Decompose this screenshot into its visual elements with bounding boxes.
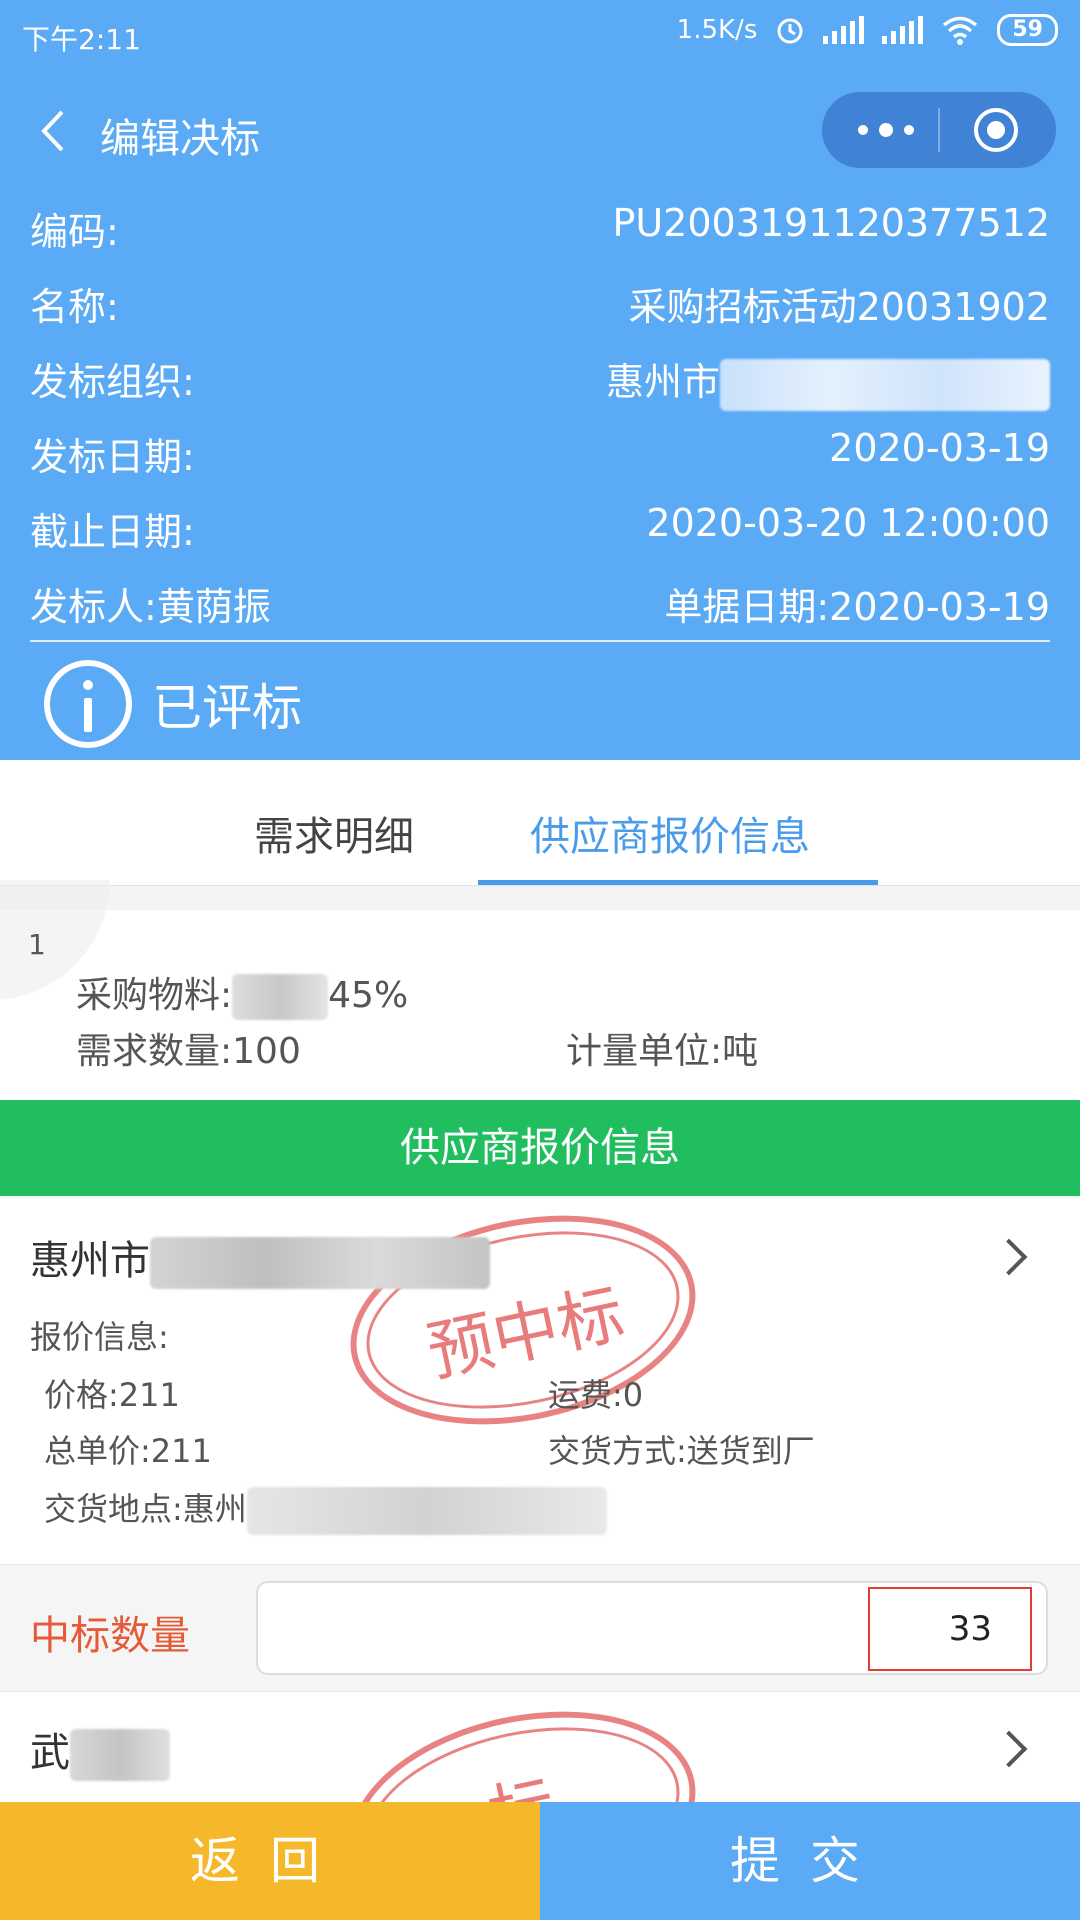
delivery-field: 交货方式:送货到厂	[548, 1426, 815, 1472]
name-label: 名称:	[30, 285, 119, 329]
doc-date-label: 单据日期:	[664, 585, 830, 629]
location-field: 交货地点:惠州	[44, 1484, 607, 1535]
redacted-text	[720, 358, 1050, 411]
org-value-wrap: 惠州市	[606, 351, 1050, 411]
deadline-label: 截止日期:	[30, 510, 195, 554]
more-dots-icon[interactable]	[858, 122, 914, 138]
signal-icon	[882, 16, 924, 44]
pre-award-stamp-2: 标	[331, 1692, 715, 1802]
redacted-text	[232, 974, 329, 1020]
info-org-row: 发标组织: 惠州市	[30, 345, 1050, 411]
freight-value: 0	[622, 1376, 644, 1414]
material-label: 采购物料:	[76, 975, 233, 1016]
supplier-name-2-prefix: 武	[30, 1730, 70, 1776]
code-value: PU2003191120377512	[612, 201, 1050, 245]
info-code-row: 编码: PU2003191120377512	[30, 195, 1050, 255]
org-value: 惠州市	[605, 360, 720, 404]
tab-supplier-quote[interactable]: 供应商报价信息	[530, 804, 810, 862]
status-icons: 1.5K/s 59	[677, 14, 1058, 46]
supplier-name-prefix: 惠州市	[30, 1238, 150, 1284]
target-icon[interactable]	[974, 108, 1018, 152]
demand-qty-field: 需求数量:100	[76, 1022, 301, 1074]
price-field: 价格:211	[44, 1370, 180, 1416]
info-issuer-row: 发标人:黄荫振 单据日期:2020-03-19	[30, 570, 1050, 630]
navbar: 编辑决标	[0, 88, 1080, 178]
freight-label: 运费:	[548, 1376, 623, 1414]
info-deadline-row: 截止日期: 2020-03-20 12:00:00	[30, 495, 1050, 555]
chevron-right-icon[interactable]	[990, 1730, 1028, 1768]
delivery-value: 送货到厂	[686, 1432, 815, 1470]
supplier-card-2[interactable]: 标 武	[0, 1692, 1080, 1802]
page-title: 编辑决标	[100, 116, 260, 162]
unit-price-value: 211	[150, 1432, 212, 1470]
quote-label: 报价信息:	[30, 1318, 169, 1356]
info-name-row: 名称: 采购招标活动20031902	[30, 270, 1050, 330]
price-value: 211	[118, 1376, 180, 1414]
org-label: 发标组织:	[30, 360, 195, 404]
back-button[interactable]: 返回	[0, 1802, 540, 1920]
issuer-value: 黄荫振	[156, 585, 271, 629]
chevron-left-icon[interactable]	[34, 106, 74, 156]
material-suffix: 45%	[328, 975, 409, 1016]
chevron-right-icon[interactable]	[990, 1238, 1028, 1276]
item-index: 1	[28, 928, 46, 961]
unit-price-label: 总单价:	[44, 1432, 151, 1470]
redacted-text	[246, 1487, 607, 1535]
alarm-icon	[777, 18, 803, 44]
tab-demand-detail[interactable]: 需求明细	[254, 804, 414, 862]
unit-label: 计量单位:	[566, 1031, 723, 1072]
delivery-label: 交货方式:	[548, 1432, 687, 1470]
demand-qty-value: 100	[232, 1031, 301, 1072]
submit-button[interactable]: 提交	[540, 1802, 1080, 1920]
location-prefix: 惠州	[182, 1490, 247, 1528]
issuer-label: 发标人:	[30, 585, 157, 629]
header: 下午2:11 1.5K/s 59 编辑决标 编码: PU200319112037…	[0, 0, 1080, 760]
signal-icon	[823, 16, 865, 44]
info-circle-icon	[44, 660, 132, 748]
tab-active-indicator	[478, 880, 878, 885]
status-bar: 下午2:11 1.5K/s 59	[0, 0, 1080, 75]
tab-bar: 需求明细 供应商报价信息	[0, 760, 1080, 886]
status-time: 下午2:11	[22, 23, 141, 56]
issue-date-label: 发标日期:	[30, 435, 195, 479]
award-quantity-row: 中标数量 33	[0, 1564, 1080, 1692]
unit-value: 吨	[722, 1031, 759, 1072]
code-label: 编码:	[30, 210, 119, 254]
demand-qty-label: 需求数量:	[76, 1031, 233, 1072]
info-issue-date-row: 发标日期: 2020-03-19	[30, 420, 1050, 480]
name-value: 采购招标活动20031902	[628, 285, 1050, 329]
deadline-value: 2020-03-20 12:00:00	[646, 501, 1050, 545]
evaluation-status: 已评标	[152, 679, 302, 737]
price-label: 价格:	[44, 1376, 119, 1414]
capsule-divider	[938, 108, 940, 152]
demand-card: 1 采购物料: 45% 需求数量:100 计量单位:吨	[0, 880, 1080, 1100]
battery-icon: 59	[997, 14, 1058, 46]
award-quantity-label: 中标数量	[30, 1613, 190, 1659]
doc-date-value: 2020-03-19	[829, 585, 1050, 629]
unit-field: 计量单位:吨	[566, 1022, 758, 1074]
supplier-name-2: 武	[30, 1720, 170, 1781]
doc-date-wrap: 单据日期:2020-03-19	[664, 576, 1050, 631]
supplier-quote-banner: 供应商报价信息	[0, 1100, 1080, 1196]
award-quantity-value[interactable]: 33	[868, 1587, 1032, 1671]
redacted-text	[70, 1729, 170, 1781]
wifi-icon	[943, 16, 978, 45]
divider	[30, 640, 1050, 642]
supplier-card[interactable]: 预中标 惠州市 报价信息: 价格:211 运费:0 总单价:211 交货方式:送…	[0, 1198, 1080, 1564]
issue-date-value: 2020-03-19	[829, 426, 1050, 470]
issuer-wrap: 发标人:黄荫振	[30, 576, 271, 631]
bottom-action-bar: 返回 提交	[0, 1802, 1080, 1920]
redacted-text	[150, 1237, 490, 1289]
material-field: 采购物料: 45%	[76, 966, 408, 1020]
location-label: 交货地点:	[44, 1490, 183, 1528]
mini-program-capsule	[822, 92, 1056, 168]
supplier-name: 惠州市	[30, 1228, 490, 1289]
freight-field: 运费:0	[548, 1370, 643, 1416]
unit-price-field: 总单价:211	[44, 1426, 212, 1472]
network-speed: 1.5K/s	[676, 15, 758, 45]
